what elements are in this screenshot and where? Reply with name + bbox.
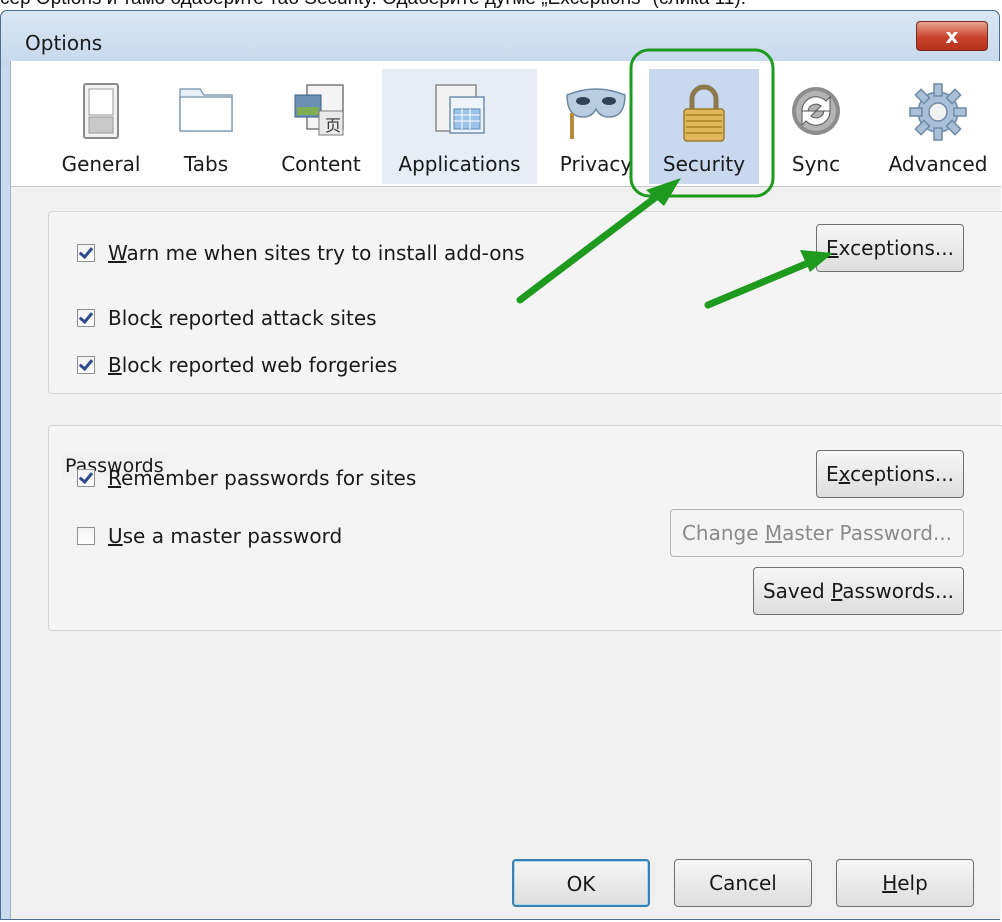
content-page-icon: 页 [291, 83, 351, 143]
block-attack-sites-option[interactable]: Block reported attack sites [77, 306, 377, 330]
change-master-password-button: Change Master Password... [670, 509, 964, 557]
applications-icon [432, 83, 488, 143]
master-password-checkbox[interactable] [77, 526, 95, 545]
block-attack-sites-checkbox[interactable] [77, 308, 95, 327]
ok-button[interactable]: OK [512, 859, 650, 907]
toggle-switch-icon [83, 83, 119, 143]
sync-icon [788, 83, 844, 143]
addon-exceptions-button[interactable]: Exceptions... [816, 224, 964, 272]
tab-label: Content [281, 152, 361, 176]
tab-applications[interactable]: Applications [382, 69, 537, 184]
remember-passwords-option[interactable]: Remember passwords for sites [77, 466, 416, 490]
options-dialog: Options x General Tabs 页 Content Applica… [0, 10, 1002, 920]
padlock-icon [681, 83, 727, 147]
tab-sync[interactable]: Sync [771, 69, 861, 184]
title-bar: Options x [1, 11, 999, 67]
block-web-forgeries-option[interactable]: Block reported web forgeries [77, 353, 397, 377]
folder-tab-icon [178, 83, 234, 137]
cancel-button[interactable]: Cancel [674, 859, 812, 907]
tab-label: Privacy [559, 152, 633, 176]
warn-addons-checkbox[interactable] [77, 243, 95, 262]
warn-addons-option[interactable]: Warn me when sites try to install add-on… [77, 241, 525, 265]
help-button[interactable]: Help [836, 859, 974, 907]
tab-label: Sync [791, 152, 841, 176]
tab-label: Security [662, 152, 746, 176]
saved-passwords-button[interactable]: Saved Passwords... [753, 567, 964, 615]
close-icon: x [945, 24, 959, 48]
gear-icon [909, 83, 967, 145]
block-web-forgeries-checkbox[interactable] [77, 355, 95, 374]
mask-icon [563, 83, 629, 143]
tab-tabs[interactable]: Tabs [161, 69, 251, 184]
remember-passwords-checkbox[interactable] [77, 468, 95, 487]
master-password-option[interactable]: Use a master password [77, 524, 342, 548]
document-caption: сер Options и тамо одаберите таб Securit… [0, 0, 1002, 10]
tab-general[interactable]: General [51, 69, 151, 184]
tab-advanced[interactable]: Advanced [879, 69, 997, 184]
tab-label: Advanced [888, 152, 988, 176]
category-toolbar: General Tabs 页 Content Applications Priv… [11, 61, 1001, 187]
dialog-body: General Tabs 页 Content Applications Priv… [10, 61, 1002, 919]
tab-label: General [61, 152, 141, 176]
password-exceptions-button[interactable]: Exceptions... [816, 450, 964, 498]
svg-text:页: 页 [325, 116, 341, 135]
tab-security[interactable]: Security [649, 69, 759, 184]
window-title: Options [25, 31, 103, 55]
tab-content[interactable]: 页 Content [271, 69, 371, 184]
close-button[interactable]: x [916, 21, 988, 51]
tab-label: Applications [398, 152, 521, 176]
tab-label: Tabs [183, 152, 229, 176]
tab-privacy[interactable]: Privacy [551, 69, 641, 184]
